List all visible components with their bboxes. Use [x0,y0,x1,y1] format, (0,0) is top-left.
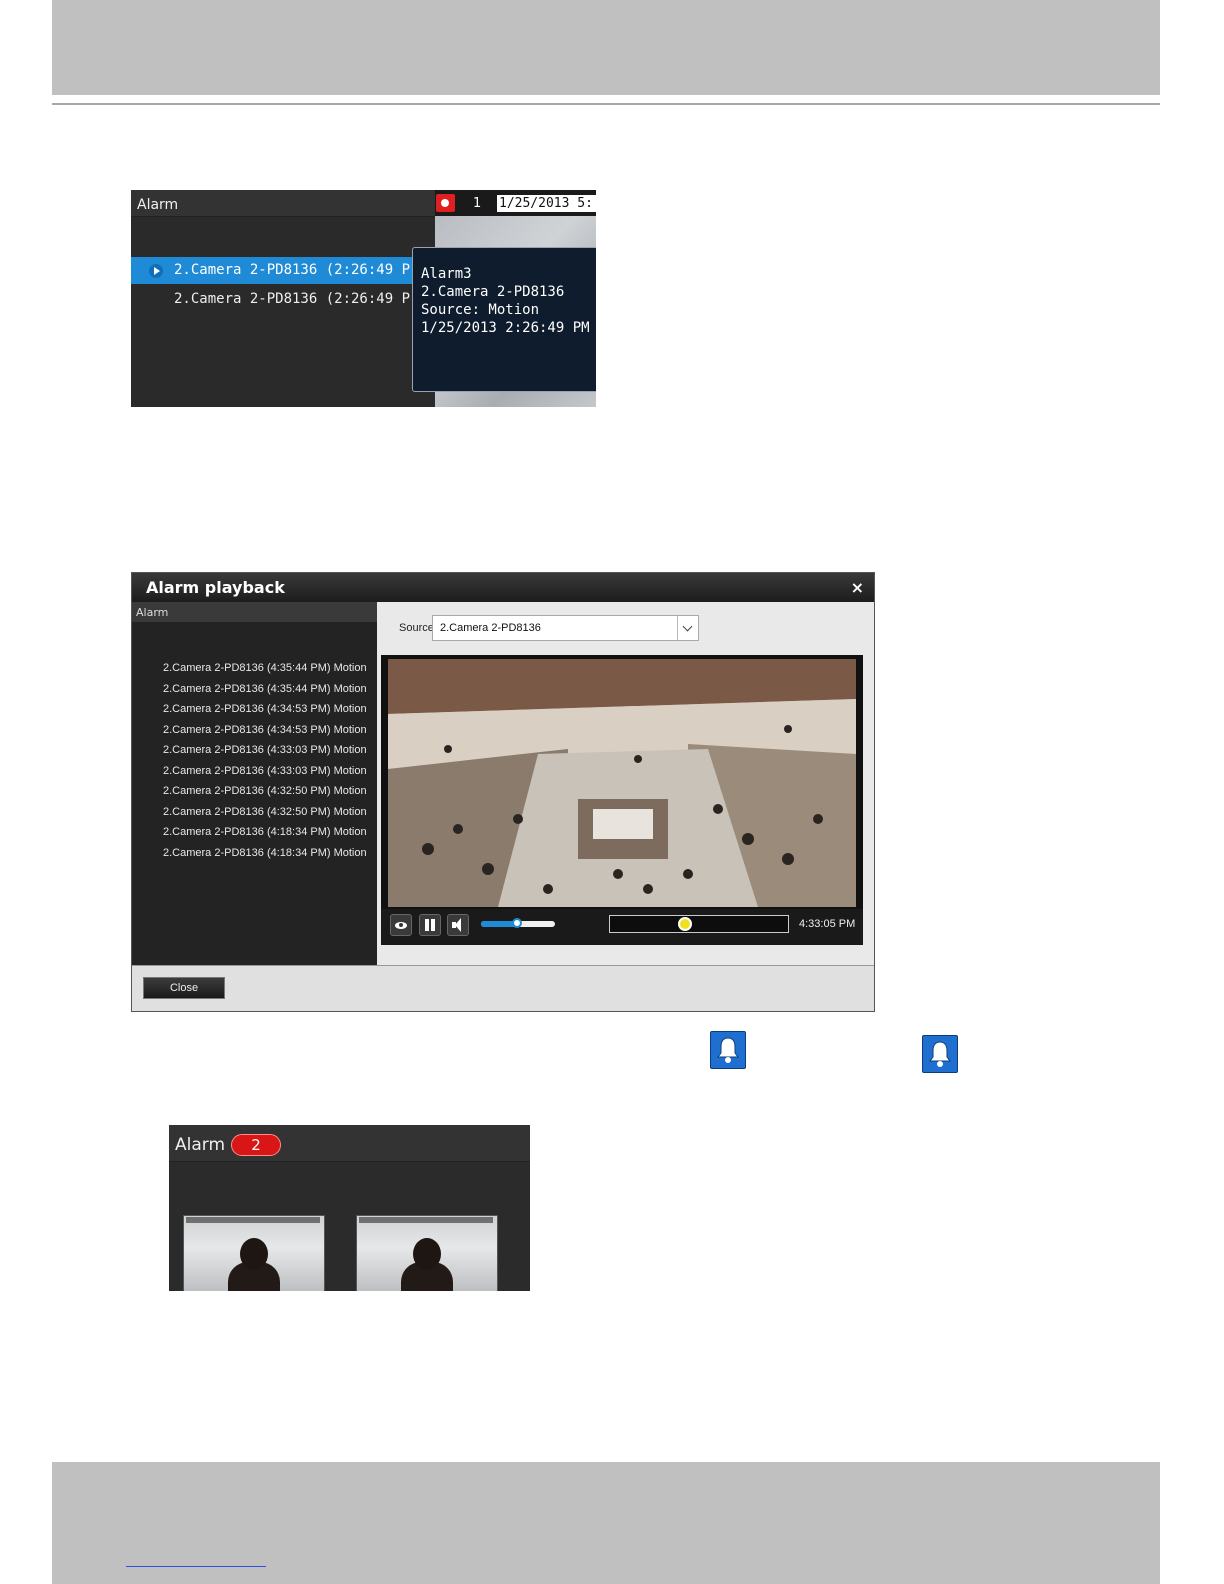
alarm-panel-header: Alarm 2 [169,1125,530,1162]
eye-icon[interactable] [390,914,412,936]
dialog-title-bar: Alarm playback × [132,573,874,602]
alarm-list-item[interactable]: 2.Camera 2-PD8136 (4:34:53 PM) Motion [163,703,373,715]
alarm-snapshot-thumbnail[interactable] [356,1215,498,1291]
alarm-list-header: Alarm [132,602,377,622]
tooltip-datetime: 1/25/2013 2:26:49 PM [421,320,590,336]
volume-icon[interactable] [447,914,469,936]
tooltip-alarm-name: Alarm3 [421,266,472,282]
alarm-list-item[interactable]: 2.Camera 2-PD8136 (4:33:03 PM) Motion [163,744,373,756]
source-dropdown[interactable]: 2.Camera 2-PD8136 [432,615,699,641]
alarm-item-label: 2.Camera 2-PD8136 (2:26:49 P... [174,291,435,307]
chevron-down-icon [682,621,693,632]
alarm-list-item[interactable]: 2.Camera 2-PD8136 (4:33:03 PM) Motion [163,765,373,777]
tooltip-camera: 2.Camera 2-PD8136 [421,284,565,300]
playback-timeline[interactable] [609,915,789,933]
alarm-counter-panel: Alarm 2 [169,1125,530,1291]
close-icon[interactable]: × [851,578,864,597]
record-icon[interactable] [436,194,455,212]
timestamp-overlay: 1/25/2013 5: [497,195,596,212]
playback-time: 4:33:05 PM [799,918,856,930]
pause-icon[interactable] [419,914,441,936]
playback-video[interactable] [388,659,856,907]
video-player: 4:33:05 PM [381,655,863,945]
source-label: Source [399,622,434,634]
alarm-list-item[interactable]: 2.Camera 2-PD8136 (4:18:34 PM) Motion [163,847,373,859]
mall-scene-image [388,659,856,907]
bell-icon [710,1031,746,1069]
alarm-panel-title: Alarm [175,1135,226,1155]
timeline-handle[interactable] [677,917,692,931]
footer-link-underline[interactable] [126,1566,266,1567]
play-icon[interactable] [149,264,163,278]
alarm-list-item-selected[interactable]: 2.Camera 2-PD8136 (2:26:49 P [131,257,435,284]
alarm-tooltip: Alarm3 2.Camera 2-PD8136 Source: Motion … [412,247,596,392]
alarm-item-label: 2.Camera 2-PD8136 (2:26:49 P [174,262,411,278]
alarm-list-item[interactable]: 2.Camera 2-PD8136 (2:26:49 P... [131,286,435,313]
alarm-list-screenshot: Alarm 1 1/25/2013 5: 2.Camera 2-PD8136 (… [131,190,596,407]
page-header-band [52,0,1160,95]
channel-number: 1 [473,196,482,211]
volume-slider[interactable] [481,918,555,928]
alarm-list-panel: Alarm 2.Camera 2-PD8136 (4:35:44 PM) Mot… [132,602,377,965]
header-divider [52,103,1160,105]
tooltip-source: Source: Motion [421,302,540,318]
alarm-playback-dialog: Alarm playback × Alarm 2.Camera 2-PD8136… [131,572,875,1012]
alarm-count-badge[interactable]: 2 [231,1134,281,1156]
source-selected-value: 2.Camera 2-PD8136 [440,622,541,634]
bell-icon [922,1035,958,1073]
dialog-footer: Close [132,965,874,1011]
alarm-list-item[interactable]: 2.Camera 2-PD8136 (4:32:50 PM) Motion [163,785,373,797]
volume-handle[interactable] [511,918,522,928]
playback-controls: 4:33:05 PM [381,909,863,945]
alarm-snapshot-thumbnail[interactable] [183,1215,325,1291]
dialog-title: Alarm playback [146,578,285,597]
close-button[interactable]: Close [143,977,225,999]
alarm-list-item[interactable]: 2.Camera 2-PD8136 (4:35:44 PM) Motion [163,662,373,674]
dropdown-button[interactable] [677,616,698,640]
alarm-list-title: Alarm [136,606,169,619]
alarm-list-item[interactable]: 2.Camera 2-PD8136 (4:34:53 PM) Motion [163,724,373,736]
alarm-panel-title: Alarm [137,197,179,213]
alarm-list-item[interactable]: 2.Camera 2-PD8136 (4:32:50 PM) Motion [163,806,373,818]
alarm-panel-header: Alarm [131,190,435,217]
alarm-list-item[interactable]: 2.Camera 2-PD8136 (4:35:44 PM) Motion [163,683,373,695]
alarm-list-item[interactable]: 2.Camera 2-PD8136 (4:18:34 PM) Motion [163,826,373,838]
